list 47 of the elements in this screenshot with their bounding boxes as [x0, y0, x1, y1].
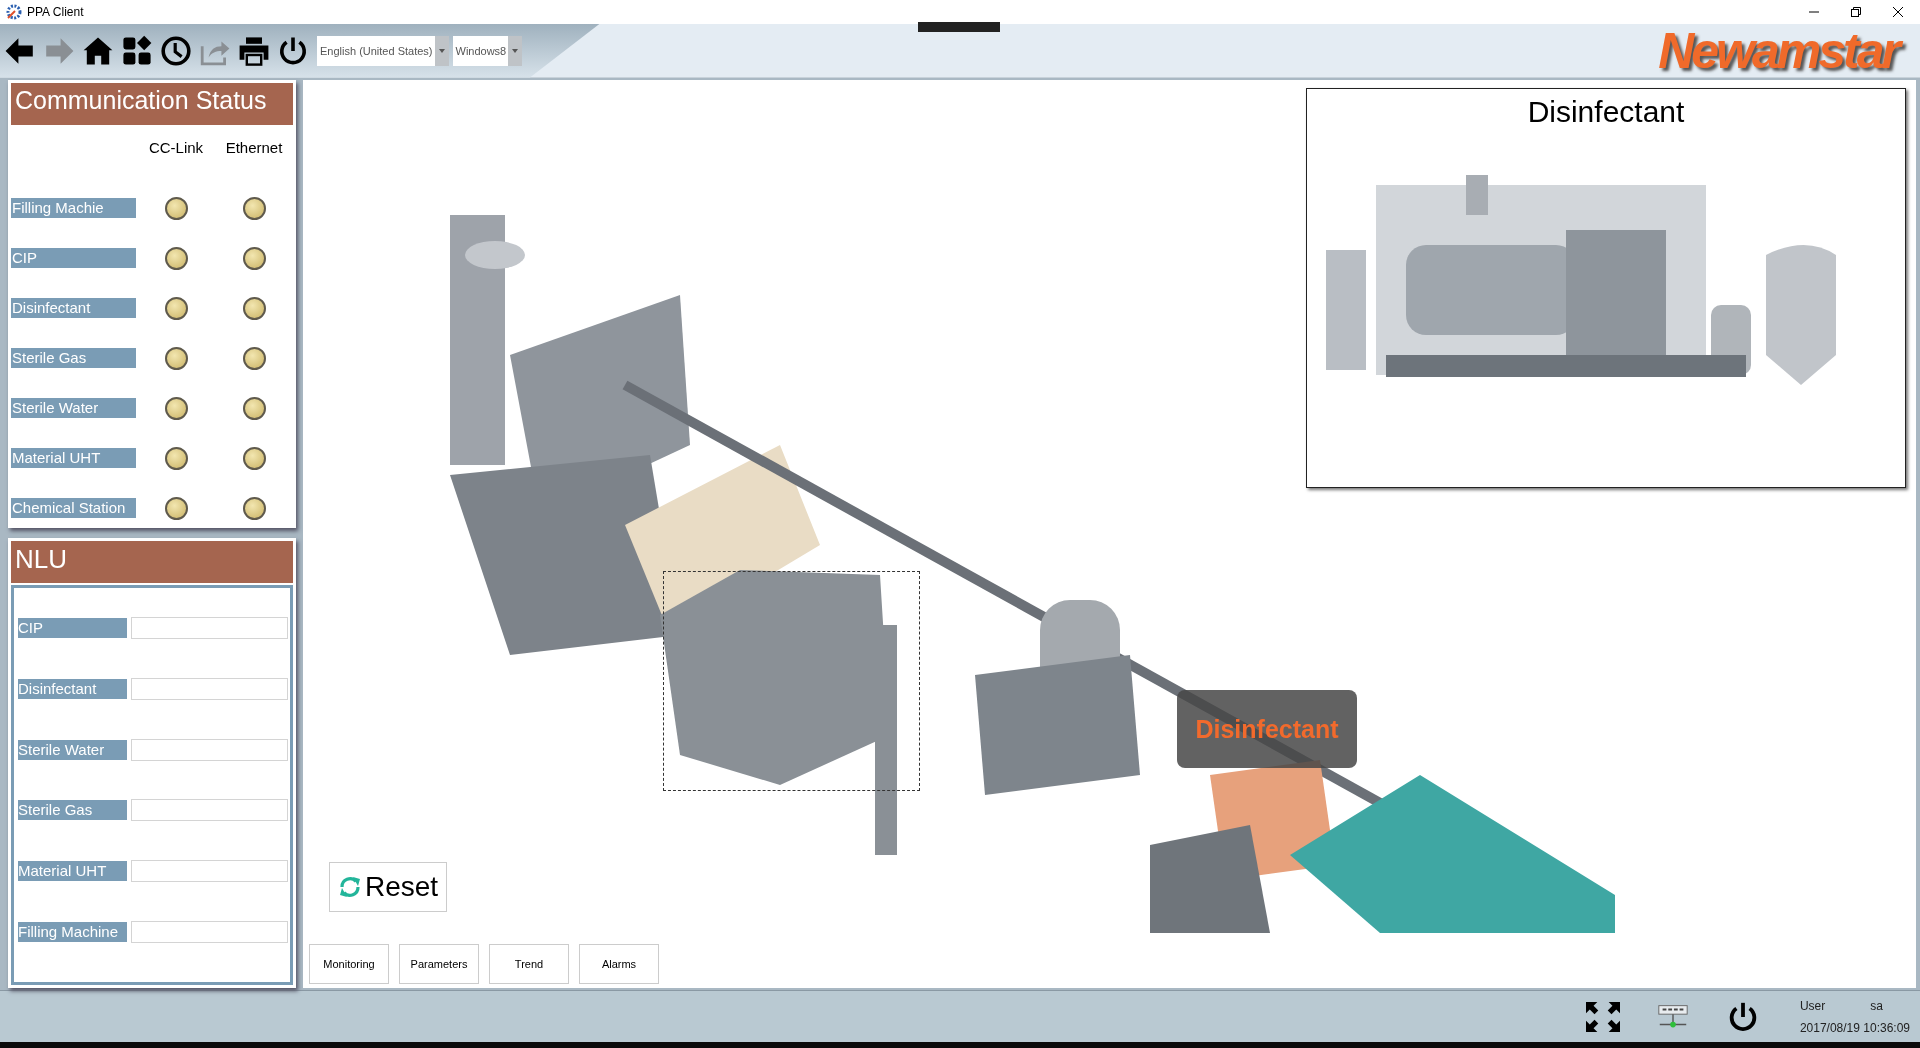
dropdown[interactable]: Windows8: [452, 35, 523, 66]
row-label: Sterile Water: [18, 739, 127, 760]
column-header: CC-Link: [147, 138, 205, 158]
restore-icon[interactable]: [1850, 6, 1862, 18]
logo: Newamstar: [1658, 21, 1920, 80]
row-label: Disinfectant: [18, 679, 127, 699]
window-title: PPA Client: [27, 5, 84, 19]
refresh-icon: [338, 875, 362, 899]
reset-button[interactable]: Reset: [329, 862, 448, 912]
input-field[interactable]: [131, 920, 288, 943]
printer-icon[interactable]: [238, 34, 270, 67]
column-header: Ethernet: [224, 138, 284, 158]
row-label: Sterile Gas: [18, 800, 127, 821]
close-icon[interactable]: [1892, 6, 1904, 18]
input-field[interactable]: [131, 859, 288, 882]
inset-title: Disinfectant: [1527, 95, 1685, 129]
row-label: CIP: [18, 618, 127, 639]
input-field[interactable]: [131, 799, 288, 822]
input-field[interactable]: [131, 738, 288, 761]
row-label: CIP: [11, 248, 136, 268]
row-label: Filling Machine: [18, 921, 127, 942]
datetime: 2017/08/19 10:36:09: [1799, 1020, 1910, 1035]
fullscreen-icon[interactable]: [1583, 999, 1622, 1034]
row-label: Chemical Station: [11, 498, 136, 518]
tab[interactable]: Alarms: [579, 944, 659, 984]
tab[interactable]: Parameters: [399, 944, 479, 984]
row-label: Disinfectant: [11, 298, 136, 318]
row-label: Material UHT: [18, 860, 127, 881]
drag-handle[interactable]: [918, 22, 1000, 32]
input-field[interactable]: [131, 617, 288, 640]
panel-title: NLU: [11, 541, 293, 583]
row-label: Sterile Gas: [11, 348, 136, 368]
user-name: sa: [1870, 998, 1883, 1013]
user-label: User: [1799, 998, 1826, 1013]
gear-icon: [6, 4, 22, 20]
row-label: Filling Machie: [11, 198, 136, 218]
clock-icon[interactable]: [160, 34, 192, 67]
input-field[interactable]: [131, 678, 288, 700]
tab[interactable]: Monitoring: [309, 944, 389, 984]
row-label: Sterile Water: [11, 398, 136, 418]
tooltip: Disinfectant: [1177, 690, 1357, 768]
tab[interactable]: Trend: [489, 944, 569, 984]
panel-title: Communication Status: [11, 83, 293, 125]
row-label: Material UHT: [11, 448, 136, 468]
dropdown[interactable]: English (United States): [317, 35, 449, 66]
power-icon[interactable]: [277, 34, 309, 67]
apps-icon[interactable]: [121, 34, 153, 67]
